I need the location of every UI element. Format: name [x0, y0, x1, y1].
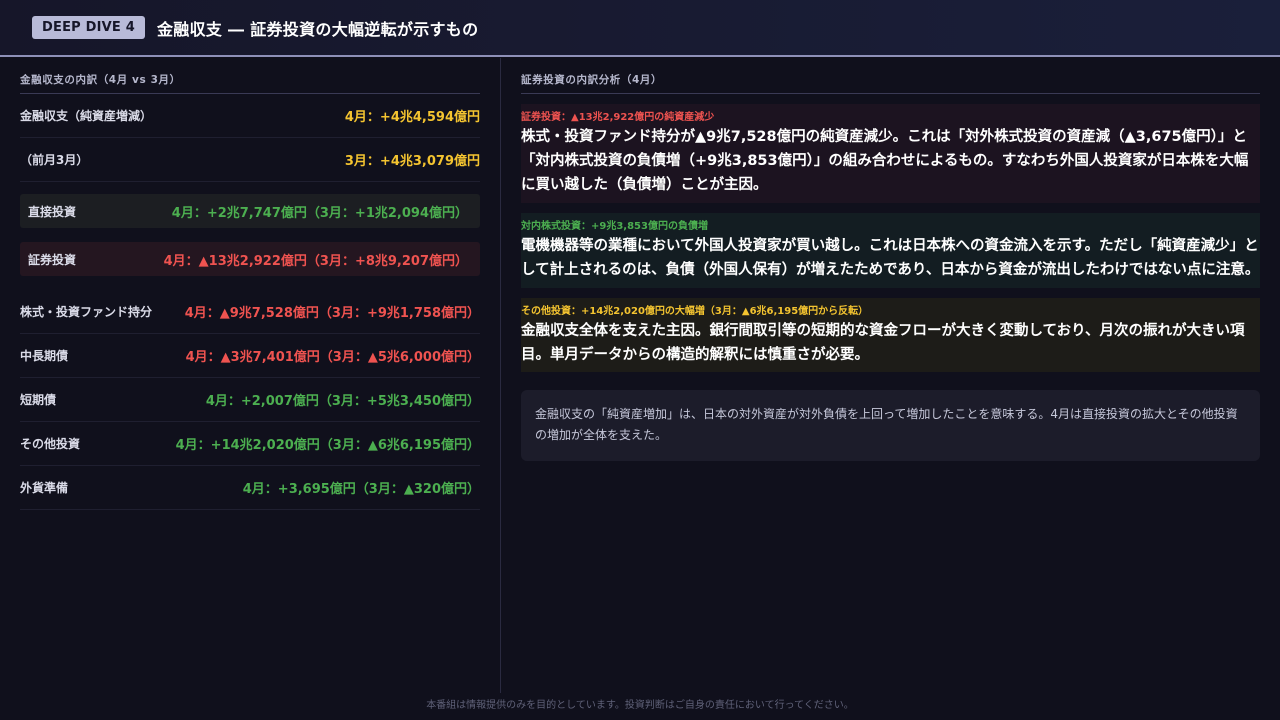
row-label: 証券投資 [28, 252, 77, 267]
row-value: 4月：▲13兆2,922億円（3月：+8兆9,207億円） [163, 253, 468, 269]
row-value: 4月：+2,007億円（3月：+5兆3,450億円） [205, 394, 480, 409]
left-section-heading: 金融収支の内訳（4月 vs 3月） [20, 72, 480, 94]
row-label: その他投資 [20, 436, 81, 451]
row-value: 3月：+4兆3,079億円 [344, 154, 480, 169]
row-label: 直接投資 [28, 204, 77, 219]
breakdown-row-portfolio-investment: 証券投資 4月：▲13兆2,922億円（3月：+8兆9,207億円） [20, 242, 480, 276]
breakdown-row-long-term-bonds: 中長期債 4月：▲3兆7,401億円（3月：▲5兆6,000億円） [20, 334, 480, 378]
analysis-card-inward-equity: 対内株式投資：+9兆3,853億円の負債増 電機機器等の業種において外国人投資家… [521, 212, 1260, 288]
row-label: 短期債 [20, 392, 57, 407]
right-section-heading: 証券投資の内訳分析（4月） [521, 72, 1260, 94]
card-body: 金融収支全体を支えた主因。銀行間取引等の短期的な資金フローが大きく変動しており、… [521, 322, 1245, 363]
card-body: 株式・投資ファンド持分が▲9兆7,528億円の純資産減少。これは「対外株式投資の… [521, 129, 1249, 193]
breakdown-row-short-term-bonds: 短期債 4月：+2,007億円（3月：+5兆3,450億円） [20, 378, 480, 422]
row-value: 4月：+4兆4,594億円 [344, 110, 480, 125]
breakdown-row-total: 金融収支（純資産増減） 4月：+4兆4,594億円 [20, 94, 480, 138]
financial-balance-breakdown: 金融収支の内訳（4月 vs 3月） 金融収支（純資産増減） 4月：+4兆4,59… [20, 72, 480, 510]
summary-note: 金融収支の「純資産増加」は、日本の対外資産が対外負債を上回って増加したことを意味… [521, 390, 1260, 462]
column-divider [500, 58, 501, 693]
breakdown-row-equity: 株式・投資ファンド持分 4月：▲9兆7,528億円（3月：+9兆1,758億円） [20, 290, 480, 334]
row-label: 中長期債 [20, 348, 69, 363]
breakdown-row-prev-month: （前月3月） 3月：+4兆3,079億円 [20, 138, 480, 182]
row-label: 株式・投資ファンド持分 [20, 304, 153, 319]
breakdown-row-reserves: 外貨準備 4月：+3,695億円（3月：▲320億円） [20, 466, 480, 510]
row-value: 4月：▲3兆7,401億円（3月：▲5兆6,000億円） [185, 350, 480, 365]
header-bar: DEEP DIVE 4 金融収支 ― 証券投資の大幅逆転が示すもの [0, 0, 1280, 57]
row-value: 4月：+2兆7,747億円（3月：+1兆2,094億円） [171, 205, 468, 221]
disclaimer-footer: 本番組は情報提供のみを目的としています。投資判断はご自身の責任において行ってくだ… [426, 700, 854, 711]
deep-dive-badge: DEEP DIVE 4 [32, 16, 145, 39]
row-value: 4月：▲9兆7,528億円（3月：+9兆1,758億円） [184, 306, 480, 321]
row-label: （前月3月） [20, 152, 89, 167]
page-title: 金融収支 ― 証券投資の大幅逆転が示すもの [156, 19, 479, 39]
card-body: 電機機器等の業種において外国人投資家が買い越し。これは日本株への資金流入を示す。… [521, 237, 1260, 278]
row-value: 4月：+3,695億円（3月：▲320億円） [242, 482, 480, 497]
card-tag: 証券投資：▲13兆2,922億円の純資産減少 [521, 112, 715, 123]
row-value: 4月：+14兆2,020億円（3月：▲6兆6,195億円） [175, 438, 480, 453]
row-label: 金融収支（純資産増減） [20, 108, 153, 123]
card-tag: その他投資：+14兆2,020億円の大幅増（3月：▲6兆6,195億円から反転） [521, 305, 869, 317]
analysis-card-other-investment: その他投資：+14兆2,020億円の大幅増（3月：▲6兆6,195億円から反転）… [521, 297, 1260, 373]
portfolio-analysis: 証券投資の内訳分析（4月） 証券投資：▲13兆2,922億円の純資産減少 株式・… [521, 72, 1260, 462]
analysis-card-portfolio: 証券投資：▲13兆2,922億円の純資産減少 株式・投資ファンド持分が▲9兆7,… [521, 104, 1260, 203]
breakdown-row-direct-investment: 直接投資 4月：+2兆7,747億円（3月：+1兆2,094億円） [20, 194, 480, 228]
breakdown-row-other-investment: その他投資 4月：+14兆2,020億円（3月：▲6兆6,195億円） [20, 422, 480, 466]
row-label: 外貨準備 [20, 480, 69, 495]
card-tag: 対内株式投資：+9兆3,853億円の負債増 [521, 220, 708, 232]
